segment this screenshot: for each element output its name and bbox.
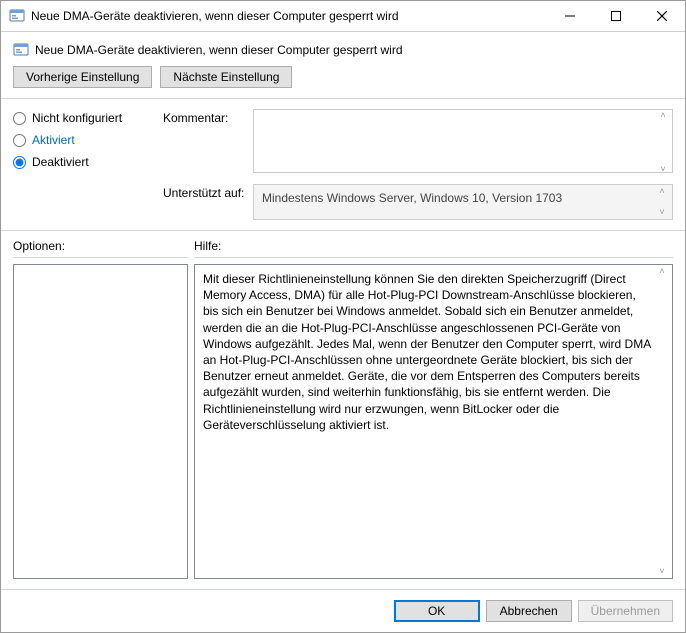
config-section: Nicht konfiguriert Aktiviert Deaktiviert… bbox=[1, 99, 685, 231]
next-setting-button[interactable]: Nächste Einstellung bbox=[160, 66, 292, 88]
radio-activated-label: Aktiviert bbox=[32, 133, 75, 147]
comment-label: Kommentar: bbox=[163, 109, 253, 176]
radio-not-configured-input[interactable] bbox=[13, 112, 26, 125]
comment-scroll[interactable]: ˄˅ bbox=[655, 111, 671, 174]
options-column: Optionen: bbox=[13, 239, 188, 579]
state-radios: Nicht konfiguriert Aktiviert Deaktiviert bbox=[13, 109, 163, 220]
radio-not-configured-label: Nicht konfiguriert bbox=[32, 111, 122, 125]
chevron-up-icon: ˄ bbox=[655, 111, 671, 120]
options-header: Optionen: bbox=[13, 239, 188, 258]
window-title: Neue DMA-Geräte deaktivieren, wenn diese… bbox=[31, 9, 547, 23]
radio-not-configured[interactable]: Nicht konfiguriert bbox=[13, 111, 163, 125]
policy-title: Neue DMA-Geräte deaktivieren, wenn diese… bbox=[35, 43, 403, 57]
next-setting-label: Nächste Einstellung bbox=[173, 70, 279, 84]
prev-setting-label: Vorherige Einstellung bbox=[26, 70, 139, 84]
help-textbox[interactable]: Mit dieser Richtlinieneinstellung können… bbox=[194, 264, 673, 579]
supported-value-box: Mindestens Windows Server, Windows 10, V… bbox=[253, 184, 673, 220]
close-button[interactable] bbox=[639, 1, 685, 31]
chevron-up-icon: ˄ bbox=[654, 187, 670, 196]
app-icon bbox=[9, 8, 25, 24]
help-body: Mit dieser Richtlinieneinstellung können… bbox=[203, 272, 651, 432]
chevron-down-icon: ˅ bbox=[654, 208, 670, 217]
radio-deactivated-input[interactable] bbox=[13, 156, 26, 169]
chevron-down-icon: ˅ bbox=[655, 165, 671, 174]
supported-value: Mindestens Windows Server, Windows 10, V… bbox=[262, 191, 562, 205]
titlebar: Neue DMA-Geräte deaktivieren, wenn diese… bbox=[1, 1, 685, 32]
radio-deactivated[interactable]: Deaktiviert bbox=[13, 155, 163, 169]
lower-pane: Optionen: Hilfe: Mit dieser Richtliniene… bbox=[1, 231, 685, 589]
comment-field: Kommentar: ˄˅ bbox=[163, 109, 673, 176]
policy-icon bbox=[13, 42, 29, 58]
supported-scroll[interactable]: ˄˅ bbox=[654, 187, 670, 217]
radio-deactivated-label: Deaktiviert bbox=[32, 155, 89, 169]
radio-activated-input[interactable] bbox=[13, 134, 26, 147]
help-column: Hilfe: Mit dieser Richtlinieneinstellung… bbox=[194, 239, 673, 579]
comment-textarea[interactable] bbox=[253, 109, 673, 173]
supported-field: Unterstützt auf: Mindestens Windows Serv… bbox=[163, 184, 673, 220]
dialog-footer: OK Abbrechen Übernehmen bbox=[1, 589, 685, 632]
supported-label: Unterstützt auf: bbox=[163, 184, 253, 220]
help-header: Hilfe: bbox=[194, 239, 673, 258]
ok-button[interactable]: OK bbox=[394, 600, 480, 622]
options-listbox[interactable] bbox=[13, 264, 188, 579]
minimize-button[interactable] bbox=[547, 1, 593, 31]
nav-row: Vorherige Einstellung Nächste Einstellun… bbox=[1, 64, 685, 99]
cancel-button[interactable]: Abbrechen bbox=[486, 600, 572, 622]
prev-setting-button[interactable]: Vorherige Einstellung bbox=[13, 66, 152, 88]
radio-activated[interactable]: Aktiviert bbox=[13, 133, 163, 147]
chevron-down-icon: ˅ bbox=[654, 567, 670, 576]
maximize-button[interactable] bbox=[593, 1, 639, 31]
help-scroll[interactable]: ˄˅ bbox=[654, 267, 670, 576]
policy-header: Neue DMA-Geräte deaktivieren, wenn diese… bbox=[1, 32, 685, 64]
apply-button: Übernehmen bbox=[578, 600, 673, 622]
chevron-up-icon: ˄ bbox=[654, 267, 670, 276]
